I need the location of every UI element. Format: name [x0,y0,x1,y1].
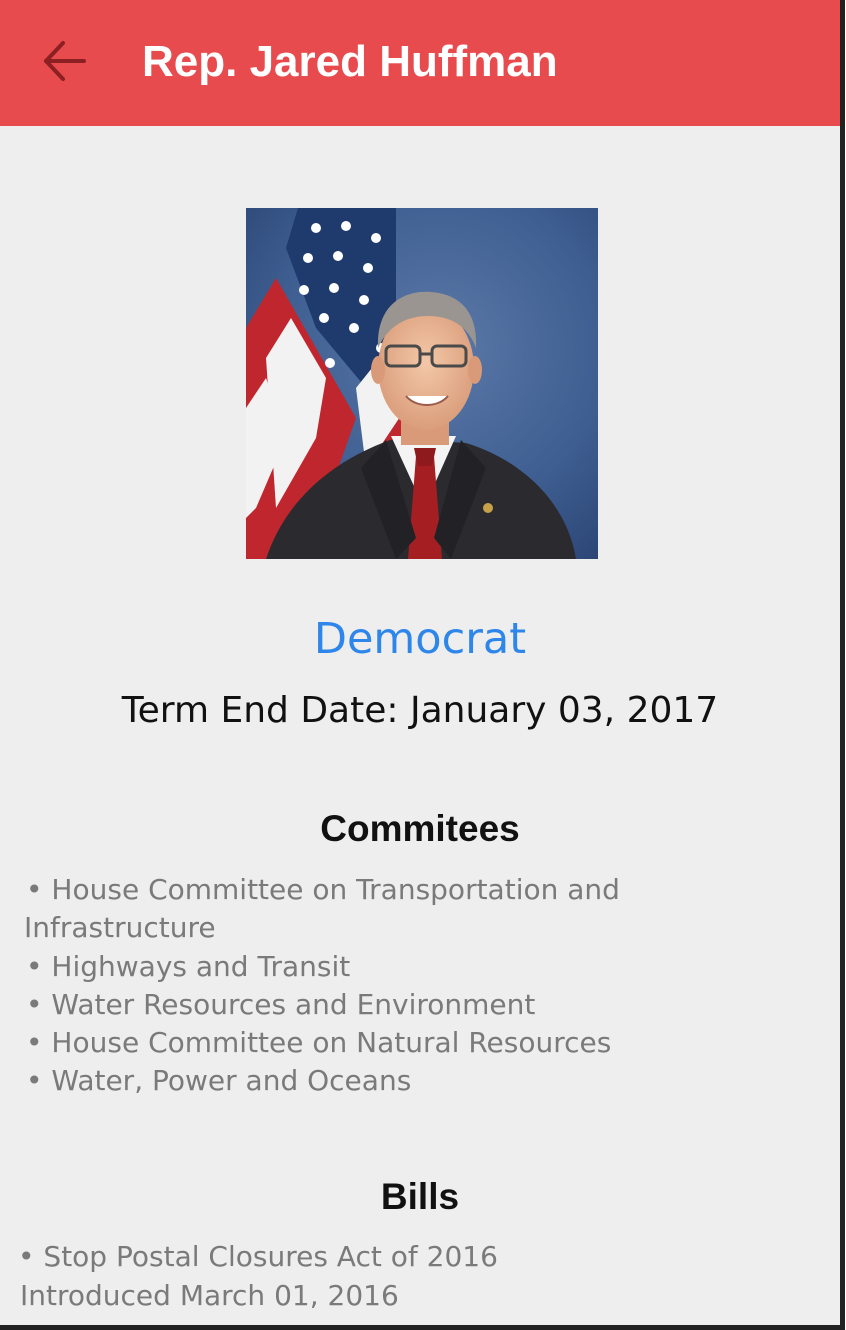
arrow-left-icon [30,30,100,94]
committee-name: Water, Power and Oceans [51,1064,412,1097]
bullet: • [26,1064,43,1097]
bullet: • [26,873,43,906]
committee-item-continued: Infrastructure [24,911,216,944]
app-bar: Rep. Jared Huffman [0,0,840,126]
screen: Rep. Jared Huffman Democrat Term End Dat… [0,0,845,1330]
bullet: • [26,988,43,1021]
committee-item: • Water Resources and Environment [26,986,535,1024]
committee-item: • Water, Power and Oceans [26,1062,411,1100]
committee-name: Highways and Transit [51,950,351,983]
committees-heading: Commitees [320,808,520,849]
committee-item: • House Committee on Natural Resources [26,1024,611,1062]
committee-name: Water Resources and Environment [51,988,536,1021]
committee-name: House Committee on Transportation and [51,873,620,906]
bullet: • [18,1240,35,1273]
bill-introduced-date: Introduced March 01, 2016 [20,1279,399,1312]
bullet: • [26,950,43,983]
representative-photo [246,208,598,559]
committee-name: House Committee on Natural Resources [51,1026,612,1059]
party-affiliation: Democrat [313,614,527,664]
bills-heading: Bills [380,1176,460,1217]
bill-item: • Stop Postal Closures Act of 2016 [18,1238,498,1276]
term-end-date: Term End Date: January 03, 2017 [121,690,719,731]
page-title: Rep. Jared Huffman [142,37,558,86]
committee-item: • Highways and Transit [26,948,350,986]
committee-item: • House Committee on Transportation and [26,871,620,909]
bill-name: Stop Postal Closures Act of 2016 [43,1240,498,1273]
bullet: • [26,1026,43,1059]
back-button[interactable] [30,30,100,94]
